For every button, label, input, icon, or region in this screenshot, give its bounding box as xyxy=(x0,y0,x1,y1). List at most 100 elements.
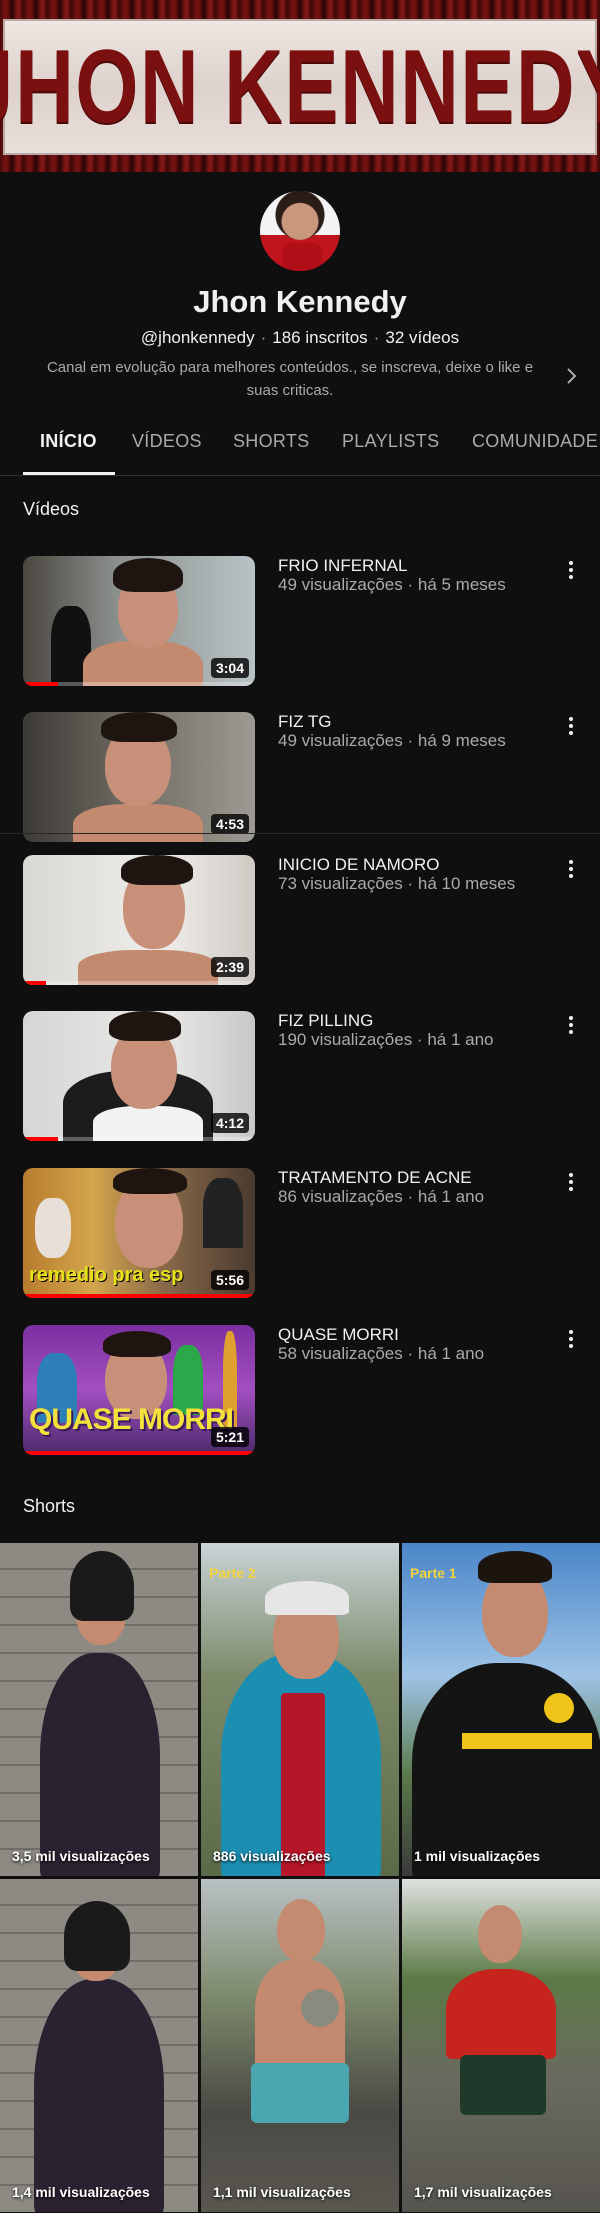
watch-progress xyxy=(23,1451,255,1455)
channel-avatar[interactable] xyxy=(258,189,342,273)
hair-shape xyxy=(113,1168,187,1194)
channel-description[interactable]: Canal em evolução para melhores conteúdo… xyxy=(30,356,550,402)
headscarf-shape xyxy=(64,1901,130,1971)
video-duration: 3:04 xyxy=(210,658,249,678)
tab-comunidade[interactable]: COMUNIDADE xyxy=(472,431,598,452)
more-vert-icon[interactable] xyxy=(561,1327,581,1351)
face-shape xyxy=(277,1899,325,1961)
video-meta: 73 visualizações · há 10 meses xyxy=(278,874,516,893)
short-item[interactable]: 1,7 mil visualizações xyxy=(402,1879,600,2212)
more-vert-icon[interactable] xyxy=(561,1170,581,1194)
video-thumbnail[interactable]: 3:04 xyxy=(23,556,255,686)
active-tab-indicator xyxy=(23,472,115,475)
video-duration: 4:12 xyxy=(210,1113,249,1133)
shorts-grid: 3,5 mil visualizações Parte 2 886 visual… xyxy=(0,1543,600,2213)
short-item[interactable]: 3,5 mil visualizações xyxy=(0,1543,198,1876)
video-meta: 190 visualizações · há 1 ano xyxy=(278,1030,494,1049)
video-thumbnail[interactable]: QUASE MORRI 5:21 xyxy=(23,1325,255,1455)
video-item[interactable]: QUASE MORRI 5:21 QUASE MORRI 58 visualiz… xyxy=(0,1325,600,1460)
short-item[interactable]: Parte 1 1 mil visualizações xyxy=(402,1543,600,1876)
video-title[interactable]: FIZ PILLING xyxy=(278,1011,373,1031)
hair-shape xyxy=(113,558,183,592)
watch-progress xyxy=(23,682,58,686)
video-item[interactable]: 4:53 FIZ TG 49 visualizações · há 9 mese… xyxy=(0,712,600,847)
shoulders-shape xyxy=(73,804,203,842)
hair-shape xyxy=(121,855,193,885)
video-title[interactable]: INICIO DE NAMORO xyxy=(278,855,440,875)
video-item[interactable]: 4:12 FIZ PILLING 190 visualizações · há … xyxy=(0,1011,600,1146)
video-item[interactable]: 2:39 INICIO DE NAMORO 73 visualizações ·… xyxy=(0,855,600,990)
video-views: 190 visualizações xyxy=(278,1030,413,1049)
tab-shorts[interactable]: SHORTS xyxy=(233,431,309,452)
video-meta: 86 visualizações · há 1 ano xyxy=(278,1187,485,1206)
video-thumbnail[interactable]: 4:12 xyxy=(23,1011,255,1141)
video-meta: 58 visualizações · há 1 ano xyxy=(278,1344,485,1363)
video-duration: 2:39 xyxy=(210,957,249,977)
headscarf-shape xyxy=(70,1551,134,1621)
video-age: há 5 meses xyxy=(417,575,506,594)
short-item[interactable]: 1,1 mil visualizações xyxy=(201,1879,399,2212)
channel-name: Jhon Kennedy xyxy=(193,284,407,319)
dress-shape xyxy=(40,1653,160,1876)
channel-handle: @jhonkennedy xyxy=(140,328,255,347)
banner-plate: JHON KENNEDY xyxy=(0,19,600,155)
hair-shape xyxy=(103,1331,171,1357)
ball-shape xyxy=(301,1989,339,2027)
video-meta: 49 visualizações · há 9 meses xyxy=(278,731,506,750)
watch-progress xyxy=(23,1294,255,1298)
watch-progress xyxy=(23,1137,58,1141)
more-vert-icon[interactable] xyxy=(561,714,581,738)
chevron-right-icon[interactable] xyxy=(562,364,582,388)
video-thumbnail[interactable]: 4:53 xyxy=(23,712,255,842)
banner-title: JHON KENNEDY xyxy=(0,28,600,145)
shorts-shape xyxy=(251,2063,349,2123)
club-badge xyxy=(544,1693,574,1723)
short-views: 1,4 mil visualizações xyxy=(12,2184,150,2200)
tab-playlists[interactable]: PLAYLISTS xyxy=(342,431,439,452)
short-item[interactable]: 1,4 mil visualizações xyxy=(0,1879,198,2212)
video-title[interactable]: FIZ TG xyxy=(278,712,332,732)
progress-track xyxy=(23,981,255,985)
short-views: 1 mil visualizações xyxy=(414,1848,541,1864)
meta-separator: · xyxy=(260,328,267,347)
video-item[interactable]: 3:04 FRIO INFERNAL 49 visualizações · há… xyxy=(0,556,600,691)
video-thumbnail[interactable]: remedio pra esp 5:56 xyxy=(23,1168,255,1298)
shorts-section-title: Shorts xyxy=(23,1496,76,1516)
more-vert-icon[interactable] xyxy=(561,857,581,881)
video-views: 73 visualizações xyxy=(278,874,403,893)
more-vert-icon[interactable] xyxy=(561,1013,581,1037)
watch-progress xyxy=(23,981,47,985)
short-views: 1,1 mil visualizações xyxy=(213,2184,351,2200)
hair-shape xyxy=(101,712,177,742)
video-age: há 9 meses xyxy=(417,731,506,750)
video-duration: 5:21 xyxy=(210,1427,249,1447)
tab-videos[interactable]: VÍDEOS xyxy=(132,431,202,452)
video-title[interactable]: QUASE MORRI xyxy=(278,1325,399,1345)
short-views: 3,5 mil visualizações xyxy=(12,1848,150,1864)
tab-inicio[interactable]: INÍCIO xyxy=(40,431,97,452)
video-title[interactable]: FRIO INFERNAL xyxy=(278,556,407,576)
creature-shape xyxy=(203,1178,243,1248)
short-item[interactable]: Parte 2 886 visualizações xyxy=(201,1543,399,1876)
short-tag: Parte 2 xyxy=(209,1565,256,1581)
cap-shape xyxy=(265,1581,349,1615)
dress-shape xyxy=(34,1979,164,2212)
video-age: há 1 ano xyxy=(417,1344,485,1363)
short-tag: Parte 1 xyxy=(410,1565,457,1581)
channel-meta: @jhonkennedy · 186 inscritos · 32 vídeos xyxy=(0,328,600,348)
video-age: há 1 ano xyxy=(417,1187,485,1206)
avatar-shirt xyxy=(282,243,322,271)
video-age: há 10 meses xyxy=(417,874,516,893)
video-age: há 1 ano xyxy=(427,1030,494,1049)
more-vert-icon[interactable] xyxy=(561,558,581,582)
meta-separator: · xyxy=(373,328,380,347)
video-item[interactable]: remedio pra esp 5:56 TRATAMENTO DE ACNE … xyxy=(0,1168,600,1303)
video-title[interactable]: TRATAMENTO DE ACNE xyxy=(278,1168,472,1188)
section-divider xyxy=(0,833,600,834)
video-views: 86 visualizações xyxy=(278,1187,403,1206)
thumbnail-overlay-text: remedio pra esp xyxy=(29,1264,184,1286)
jersey-stripe xyxy=(462,1733,592,1749)
video-duration: 5:56 xyxy=(210,1270,249,1290)
video-views: 49 visualizações xyxy=(278,575,403,594)
video-thumbnail[interactable]: 2:39 xyxy=(23,855,255,985)
